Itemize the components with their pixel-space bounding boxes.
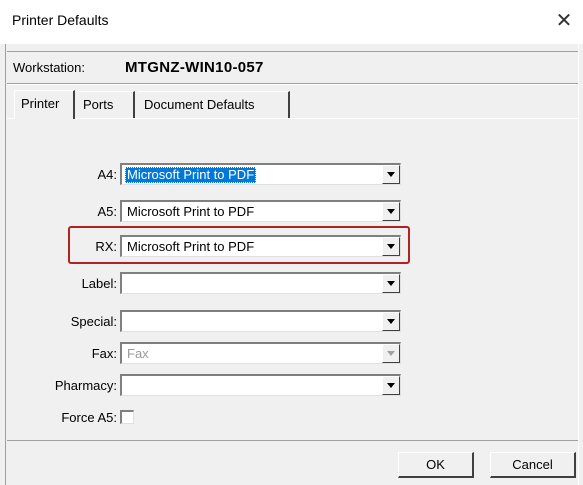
pharmacy-label: Pharmacy:: [54, 378, 117, 393]
special-dropdown-button[interactable]: [382, 312, 400, 331]
special-printer-select[interactable]: [120, 310, 401, 332]
fax-dropdown-button: [382, 344, 400, 363]
special-printer-value: [125, 314, 129, 330]
a4-dropdown-button[interactable]: [382, 165, 400, 184]
force-a5-label: Force A5:: [61, 410, 117, 425]
rx-printer-value: Microsoft Print to PDF: [127, 239, 255, 254]
chevron-down-icon: [387, 319, 395, 324]
chevron-down-icon: [387, 351, 395, 356]
chevron-down-icon: [387, 383, 395, 388]
pharmacy-printer-select[interactable]: [120, 374, 401, 396]
a4-printer-value: Microsoft Print to PDF: [125, 167, 257, 183]
label-printer-select[interactable]: [120, 272, 401, 294]
rx-printer-select[interactable]: Microsoft Print to PDF: [120, 235, 401, 257]
workstation-value: MTGNZ-WIN10-057: [125, 59, 264, 76]
pharmacy-printer-value: [125, 378, 129, 394]
printer-defaults-dialog: Printer Defaults ✕ Workstation: MTGNZ-WI…: [0, 0, 583, 485]
special-label: Special:: [70, 314, 117, 329]
tab-ports[interactable]: Ports: [77, 91, 135, 118]
a5-label: A5:: [97, 204, 117, 219]
a5-printer-select[interactable]: Microsoft Print to PDF: [120, 200, 401, 222]
chevron-down-icon: [387, 281, 395, 286]
chevron-down-icon: [387, 244, 395, 249]
label-printer-value: [125, 276, 129, 292]
ok-button[interactable]: OK: [398, 452, 474, 478]
label-printer-label: Label:: [81, 276, 117, 291]
workstation-row: Workstation: MTGNZ-WIN10-057: [7, 51, 578, 85]
frame-edge: [5, 44, 6, 485]
frame-edge: [578, 44, 579, 485]
rx-label: RX:: [95, 239, 117, 254]
tab-document-defaults[interactable]: Document Defaults: [138, 91, 290, 118]
force-a5-checkbox[interactable]: [120, 410, 134, 424]
close-icon[interactable]: ✕: [548, 6, 580, 38]
chevron-down-icon: [387, 209, 395, 214]
chevron-down-icon: [387, 172, 395, 177]
window-title: Printer Defaults: [12, 12, 109, 28]
a4-label: A4:: [97, 167, 117, 182]
cancel-button[interactable]: Cancel: [490, 452, 576, 478]
footer-divider: [7, 440, 578, 441]
fax-label: Fax:: [91, 346, 117, 361]
title-bar: Printer Defaults ✕: [0, 0, 583, 44]
pharmacy-dropdown-button[interactable]: [382, 376, 400, 395]
fax-printer-value: Fax: [127, 346, 149, 361]
a5-dropdown-button[interactable]: [382, 202, 400, 221]
workstation-label: Workstation:: [13, 60, 86, 75]
fax-printer-select: Fax: [120, 342, 401, 364]
a4-printer-select[interactable]: Microsoft Print to PDF: [120, 163, 401, 185]
a5-printer-value: Microsoft Print to PDF: [127, 204, 255, 219]
rx-dropdown-button[interactable]: [382, 237, 400, 256]
tab-printer[interactable]: Printer: [14, 90, 75, 119]
label-dropdown-button[interactable]: [382, 274, 400, 293]
